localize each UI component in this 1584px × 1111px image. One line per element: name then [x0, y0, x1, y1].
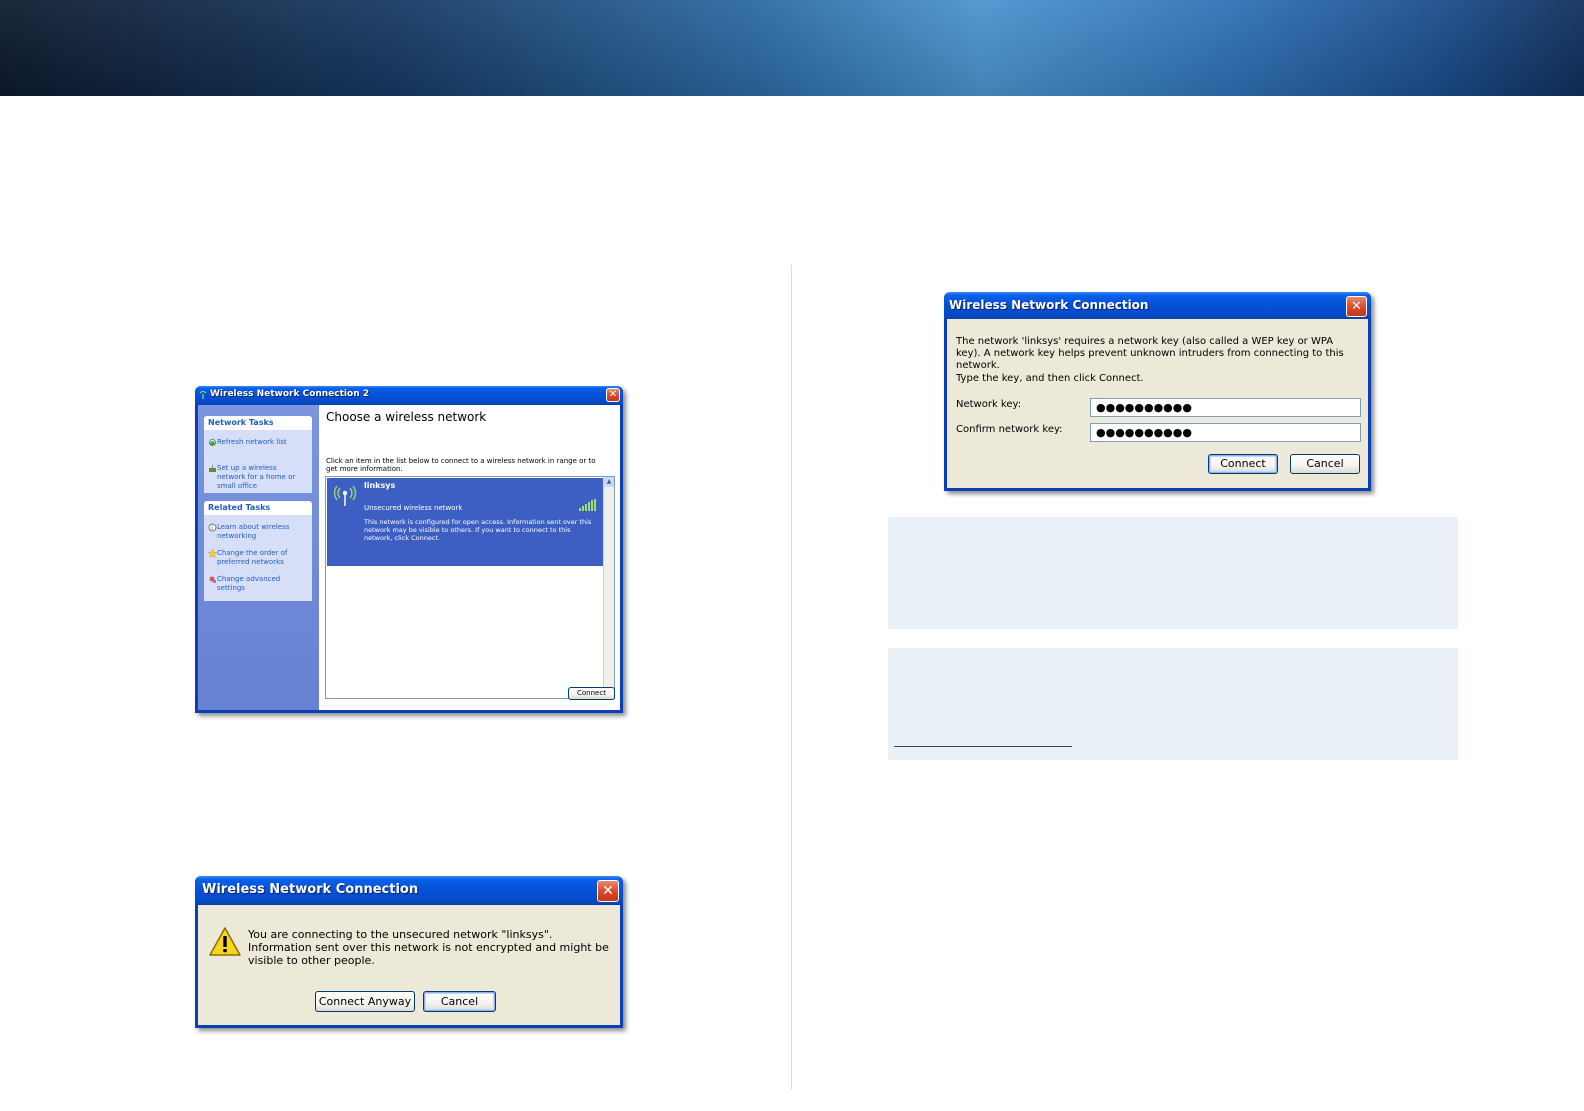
window-title: Wireless Network Connection 2: [210, 389, 369, 399]
network-name: linksys: [364, 481, 396, 490]
list-item[interactable]: linksys Unsecured wireless network This …: [327, 478, 604, 566]
key-instruction: Type the key, and then click Connect.: [956, 373, 1144, 384]
confirm-key-label: Confirm network key:: [956, 424, 1063, 435]
connect-button[interactable]: Connect: [1208, 454, 1278, 474]
setup-wireless-network-link[interactable]: Set up a wireless network for a home or …: [208, 464, 301, 491]
confirm-key-field[interactable]: ●●●●●●●●●●: [1090, 423, 1361, 442]
window-title-bar[interactable]: Wireless Network Connection 2 ✕: [195, 386, 623, 405]
network-tasks-panel: Network Tasks Refresh network list Set u…: [204, 416, 312, 493]
window-title: Wireless Network Connection: [202, 882, 419, 897]
network-key-label: Network key:: [956, 399, 1022, 410]
star-icon: [207, 548, 218, 558]
network-status: Unsecured wireless network: [364, 504, 463, 512]
column-divider: [791, 265, 792, 1090]
tip-box: [888, 648, 1458, 760]
page-title: Choose a wireless network: [326, 410, 487, 424]
advanced-settings-link[interactable]: Change advanced settings: [208, 575, 301, 593]
close-button[interactable]: ✕: [606, 388, 620, 402]
network-list[interactable]: linksys Unsecured wireless network This …: [325, 476, 615, 699]
learn-wireless-link[interactable]: i Learn about wireless networking: [208, 523, 301, 541]
warning-message: You are connecting to the unsecured netw…: [248, 928, 609, 967]
choose-network-window: Wireless Network Connection 2 ✕ Network …: [195, 386, 623, 713]
instructions-text: Click an item in the list below to conne…: [326, 457, 596, 473]
link-underline: [894, 746, 1072, 747]
info-icon: i: [208, 523, 217, 532]
window-title-bar[interactable]: Wireless Network Connection ✕: [195, 876, 623, 905]
warning-icon: [209, 927, 241, 956]
settings-icon: [209, 576, 216, 583]
wireless-network-icon: [199, 391, 207, 399]
wireless-antenna-icon: [333, 485, 357, 506]
cancel-button[interactable]: Cancel: [1290, 454, 1360, 474]
unsecured-network-dialog: Wireless Network Connection ✕ You are co…: [195, 876, 623, 1028]
network-tasks-header: Network Tasks: [204, 416, 312, 430]
window-title: Wireless Network Connection: [949, 298, 1149, 312]
connect-button[interactable]: Connect: [568, 687, 615, 700]
close-button[interactable]: ✕: [1346, 296, 1367, 317]
key-required-message: The network 'linksys' requires a network…: [956, 336, 1344, 371]
header-banner: [0, 0, 1584, 96]
connect-anyway-button[interactable]: Connect Anyway: [315, 991, 415, 1012]
network-key-field[interactable]: ●●●●●●●●●●: [1090, 398, 1361, 417]
window-title-bar[interactable]: Wireless Network Connection ✕: [944, 292, 1371, 319]
change-network-order-link[interactable]: Change the order of preferred networks: [207, 548, 301, 567]
signal-strength-icon: [579, 499, 596, 511]
cancel-button[interactable]: Cancel: [423, 991, 496, 1012]
wireless-setup-icon: [209, 465, 216, 472]
note-box: [888, 517, 1458, 629]
refresh-network-list-link[interactable]: Refresh network list: [208, 438, 301, 450]
network-list-area: Choose a wireless network Click an item …: [319, 405, 620, 710]
network-description: This network is configured for open acce…: [364, 518, 592, 542]
network-key-dialog: Wireless Network Connection ✕ The networ…: [944, 292, 1371, 491]
scrollbar[interactable]: ▲ ▼: [603, 477, 614, 698]
close-button[interactable]: ✕: [597, 880, 619, 902]
refresh-icon: [209, 439, 216, 446]
related-tasks-header: Related Tasks: [204, 501, 312, 515]
scroll-up-icon[interactable]: ▲: [604, 477, 614, 487]
related-tasks-panel: Related Tasks i Learn about wireless netw…: [204, 501, 312, 601]
task-pane: Network Tasks Refresh network list Set u…: [198, 405, 319, 710]
